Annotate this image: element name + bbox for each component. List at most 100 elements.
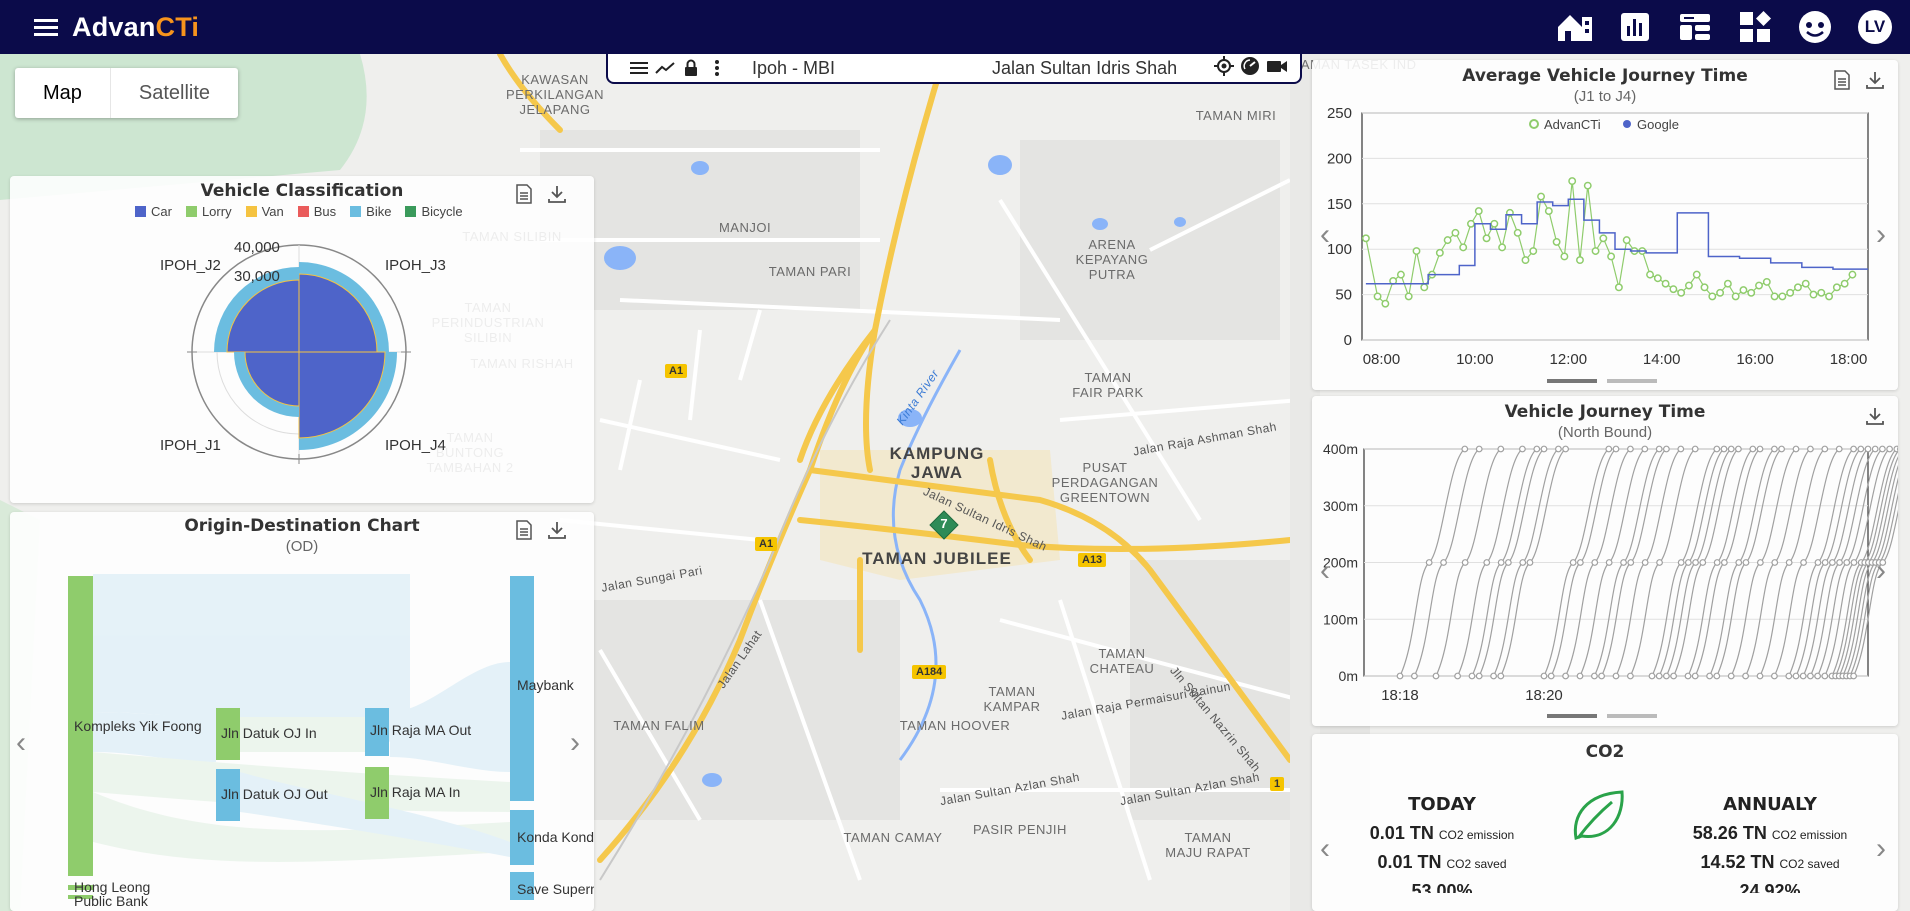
data-point[interactable]: [1653, 274, 1662, 283]
od-prev-button[interactable]: ‹: [16, 728, 26, 758]
data-point[interactable]: [1755, 281, 1763, 290]
data-point[interactable]: [1771, 445, 1778, 453]
data-point[interactable]: [1599, 234, 1608, 243]
data-point[interactable]: [1440, 559, 1447, 566]
dashboard-button[interactable]: [1674, 6, 1716, 48]
data-point[interactable]: [1886, 445, 1893, 453]
data-point[interactable]: [1792, 672, 1800, 680]
data-point[interactable]: [1807, 672, 1814, 680]
data-point[interactable]: [1646, 270, 1654, 279]
data-point[interactable]: [1612, 445, 1620, 453]
camera-button[interactable]: [1266, 56, 1288, 81]
data-point[interactable]: [1490, 219, 1499, 228]
data-point[interactable]: [1396, 270, 1405, 279]
data-point[interactable]: [1786, 288, 1795, 297]
data-point[interactable]: [1691, 672, 1699, 680]
data-point[interactable]: [1605, 559, 1613, 566]
data-point[interactable]: [1835, 445, 1843, 453]
data-point[interactable]: [1373, 292, 1382, 301]
data-point[interactable]: [1576, 672, 1584, 680]
data-point[interactable]: [1641, 445, 1649, 453]
data-point[interactable]: [1677, 445, 1685, 453]
data-point[interactable]: [1544, 207, 1553, 216]
map-type-satellite-button[interactable]: Satellite: [111, 68, 238, 118]
data-point[interactable]: [1552, 237, 1561, 246]
co2-prev-button[interactable]: ‹: [1320, 834, 1330, 864]
data-point[interactable]: [1518, 445, 1526, 453]
data-point[interactable]: [1498, 243, 1507, 252]
data-point[interactable]: [1749, 445, 1757, 453]
data-point[interactable]: [1540, 672, 1548, 680]
data-point[interactable]: [1420, 283, 1429, 292]
data-point[interactable]: [1785, 672, 1793, 680]
data-point[interactable]: [1562, 445, 1570, 453]
data-point[interactable]: [1474, 207, 1483, 216]
data-point[interactable]: [1828, 559, 1836, 566]
reports-button[interactable]: [1614, 6, 1656, 48]
data-point[interactable]: [1706, 672, 1714, 680]
data-point[interactable]: [1756, 445, 1764, 453]
data-point[interactable]: [1435, 248, 1444, 257]
data-point[interactable]: [1475, 445, 1483, 453]
data-point[interactable]: [1800, 559, 1807, 566]
data-point[interactable]: [1661, 279, 1670, 288]
data-point[interactable]: [1670, 672, 1678, 680]
data-point[interactable]: [1727, 672, 1735, 680]
data-point[interactable]: [1663, 672, 1670, 680]
data-point[interactable]: [1685, 281, 1693, 290]
data-point[interactable]: [1720, 445, 1728, 453]
data-point[interactable]: [1583, 181, 1592, 190]
data-point[interactable]: [1598, 672, 1606, 680]
data-point[interactable]: [1677, 559, 1685, 566]
data-point[interactable]: [1821, 559, 1829, 566]
data-point[interactable]: [1747, 288, 1756, 297]
data-point[interactable]: [1713, 672, 1721, 680]
speed-button[interactable]: [1240, 56, 1260, 81]
data-point[interactable]: [1627, 445, 1634, 453]
data-point[interactable]: [1576, 559, 1584, 566]
data-point[interactable]: [1699, 559, 1707, 566]
data-point[interactable]: [1879, 445, 1886, 453]
data-point[interactable]: [1482, 234, 1491, 243]
jt-next-button[interactable]: ›: [1876, 556, 1886, 586]
data-point[interactable]: [1614, 283, 1623, 292]
more-options-button[interactable]: [706, 60, 728, 76]
data-point[interactable]: [1443, 236, 1452, 245]
data-point[interactable]: [1529, 247, 1538, 255]
data-point[interactable]: [1396, 672, 1404, 680]
data-point[interactable]: [1459, 243, 1468, 252]
data-point[interactable]: [1684, 672, 1692, 680]
data-point[interactable]: [1739, 286, 1748, 295]
data-point[interactable]: [1771, 672, 1778, 680]
data-point[interactable]: [1742, 559, 1750, 566]
data-point[interactable]: [1404, 292, 1413, 301]
data-point[interactable]: [1742, 672, 1750, 680]
data-point[interactable]: [1770, 292, 1779, 301]
jt-prev-button[interactable]: ‹: [1320, 556, 1330, 586]
data-point[interactable]: [1821, 445, 1829, 453]
data-point[interactable]: [1843, 559, 1851, 566]
junction-marker[interactable]: 7: [929, 510, 959, 540]
data-point[interactable]: [1454, 672, 1462, 680]
data-point[interactable]: [1723, 279, 1732, 288]
data-point[interactable]: [1627, 672, 1634, 680]
data-point[interactable]: [1848, 270, 1857, 279]
data-point[interactable]: [1850, 445, 1857, 453]
data-point[interactable]: [1864, 445, 1872, 453]
data-point[interactable]: [1497, 445, 1505, 453]
avg-prev-button[interactable]: ‹: [1320, 220, 1330, 250]
home-button[interactable]: [1554, 6, 1596, 48]
data-point[interactable]: [1713, 559, 1721, 566]
data-point[interactable]: [1451, 228, 1460, 237]
data-point[interactable]: [1497, 672, 1505, 680]
list-button[interactable]: [628, 61, 650, 75]
apps-button[interactable]: [1734, 6, 1776, 48]
data-point[interactable]: [1467, 219, 1475, 228]
data-point[interactable]: [1677, 288, 1686, 297]
data-point[interactable]: [1560, 252, 1569, 261]
data-point[interactable]: [1655, 672, 1663, 680]
data-point[interactable]: [1483, 559, 1491, 566]
data-point[interactable]: [1840, 279, 1849, 288]
data-point[interactable]: [1825, 292, 1834, 301]
data-point[interactable]: [1607, 252, 1616, 261]
